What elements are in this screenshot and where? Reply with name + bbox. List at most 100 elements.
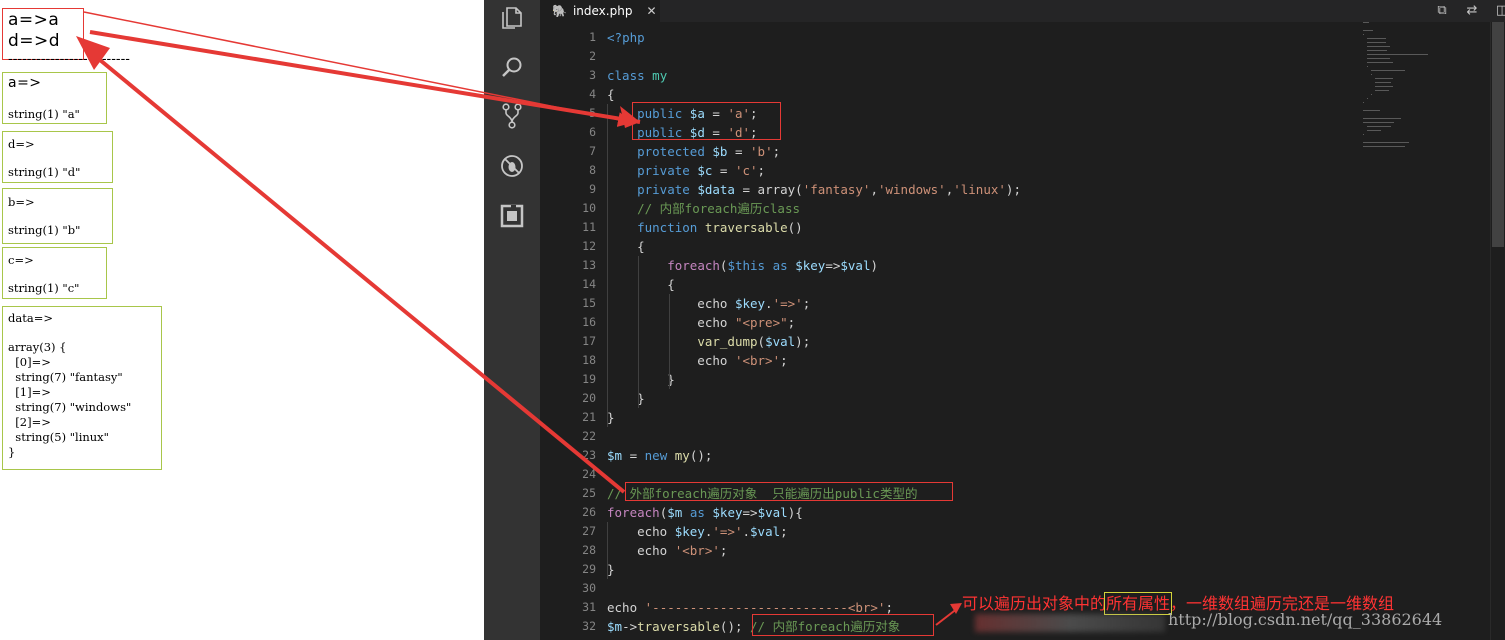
source-control-icon[interactable] — [498, 102, 526, 130]
minimap-line — [1371, 70, 1405, 71]
split-editor-icon[interactable]: ◫ — [1494, 3, 1505, 19]
line-number: 23 — [582, 448, 596, 462]
minimap-line — [1367, 58, 1390, 59]
line-number: 24 — [582, 467, 596, 481]
line-number: 11 — [582, 220, 596, 234]
code-line[interactable]: $m = new my(); — [607, 446, 712, 465]
code-line[interactable]: <?php — [607, 28, 645, 47]
line-number: 29 — [582, 562, 596, 576]
code-line[interactable]: echo '<br>'; — [607, 351, 787, 370]
line-number: 22 — [582, 429, 596, 443]
activity-bar — [484, 0, 540, 640]
line-number: 1 — [589, 30, 596, 44]
output-key: data=> — [8, 311, 53, 325]
code-line[interactable]: echo "<pre>"; — [607, 313, 795, 332]
watermark: http://blog.csdn.net/qq_33862644 — [1168, 610, 1443, 629]
indent-guide — [669, 294, 670, 389]
line-number: 19 — [582, 372, 596, 386]
code-line[interactable]: } — [607, 560, 615, 579]
minimap-line — [1363, 142, 1409, 143]
indent-guide — [607, 104, 608, 427]
output-separator: -------------------------- — [8, 52, 130, 67]
code-line[interactable]: } — [607, 370, 675, 389]
code-line[interactable]: private $data = array('fantasy','windows… — [607, 180, 1021, 199]
tab-index-php[interactable]: 🐘 index.php ✕ — [540, 0, 660, 22]
line-number: 3 — [589, 68, 596, 82]
line-number: 27 — [582, 524, 596, 538]
highlight-box-outer-comment — [625, 482, 953, 501]
output-key: a=> — [8, 75, 42, 91]
highlight-box-inner-comment — [752, 614, 934, 636]
line-number: 21 — [582, 410, 596, 424]
array-line: array(3) { — [8, 340, 67, 354]
line-number: 5 — [589, 106, 596, 120]
line-number: 30 — [582, 581, 596, 595]
minimap-line — [1367, 62, 1394, 63]
extensions-icon[interactable] — [498, 202, 526, 230]
output-value: string(1) "b" — [8, 223, 81, 237]
array-line: [1]=> — [8, 385, 51, 399]
blurred-region — [975, 614, 1165, 632]
minimap-line — [1363, 22, 1369, 23]
tab-label: index.php — [572, 4, 633, 18]
code-line[interactable]: private $c = 'c'; — [607, 161, 765, 180]
minimap-line — [1367, 98, 1369, 99]
minimap-line — [1367, 38, 1387, 39]
scrollbar-thumb[interactable] — [1492, 22, 1504, 247]
tab-bar: 🐘 index.php ✕ ⧉ ⇄ ◫ ··· — [540, 0, 1505, 22]
minimap-line — [1375, 86, 1393, 87]
minimap-line — [1371, 74, 1373, 75]
line-number: 12 — [582, 239, 596, 253]
code-line[interactable]: { — [607, 237, 645, 256]
code-line[interactable]: class my — [607, 66, 667, 85]
minimap[interactable] — [1363, 22, 1483, 162]
code-line[interactable]: { — [607, 275, 675, 294]
code-line[interactable]: echo $key.'=>'.$val; — [607, 522, 788, 541]
line-number: 18 — [582, 353, 596, 367]
debug-icon[interactable] — [498, 152, 526, 180]
array-line: [0]=> — [8, 355, 51, 369]
output-key: b=> — [8, 195, 35, 209]
open-changes-icon[interactable]: ⧉ — [1434, 3, 1450, 19]
explorer-icon[interactable] — [498, 4, 526, 32]
array-line: [2]=> — [8, 415, 51, 429]
line-number: 25 — [582, 486, 596, 500]
line-number: 28 — [582, 543, 596, 557]
php-elephant-icon: 🐘 — [552, 4, 567, 18]
array-line: string(7) "fantasy" — [8, 370, 123, 384]
code-line[interactable]: echo '<br>'; — [607, 541, 727, 560]
highlight-box-public-props — [632, 102, 781, 140]
line-number: 8 — [589, 163, 596, 177]
minimap-line — [1363, 34, 1365, 35]
code-line[interactable]: { — [607, 85, 615, 104]
open-preview-icon[interactable]: ⇄ — [1464, 3, 1480, 19]
code-line[interactable]: } — [607, 408, 615, 427]
line-number: 6 — [589, 125, 596, 139]
line-number: 2 — [589, 49, 596, 63]
minimap-line — [1363, 110, 1380, 111]
minimap-line — [1363, 134, 1365, 135]
code-line[interactable]: foreach($this as $key=>$val) — [607, 256, 878, 275]
line-number: 4 — [589, 87, 596, 101]
minimap-line — [1363, 30, 1373, 31]
array-line: string(7) "windows" — [8, 400, 132, 414]
output-value: string(1) "d" — [8, 165, 81, 179]
line-number: 20 — [582, 391, 596, 405]
search-icon[interactable] — [498, 53, 526, 81]
line-number: 9 — [589, 182, 596, 196]
minimap-line — [1371, 94, 1373, 95]
output-key: d=> — [8, 137, 35, 151]
minimap-line — [1367, 130, 1382, 131]
line-number: 13 — [582, 258, 596, 272]
close-icon[interactable]: ✕ — [646, 4, 656, 18]
code-line[interactable]: function traversable() — [607, 218, 803, 237]
output-value: string(1) "a" — [8, 107, 80, 121]
indent-guide — [638, 256, 639, 408]
code-line[interactable]: // 内部foreach遍历class — [607, 199, 800, 218]
line-number: 31 — [582, 600, 596, 614]
code-line[interactable]: protected $b = 'b'; — [607, 142, 780, 161]
code-line[interactable]: foreach($m as $key=>$val){ — [607, 503, 803, 522]
minimap-line — [1375, 82, 1391, 83]
line-number: 10 — [582, 201, 596, 215]
array-line: string(5) "linux" — [8, 430, 109, 444]
